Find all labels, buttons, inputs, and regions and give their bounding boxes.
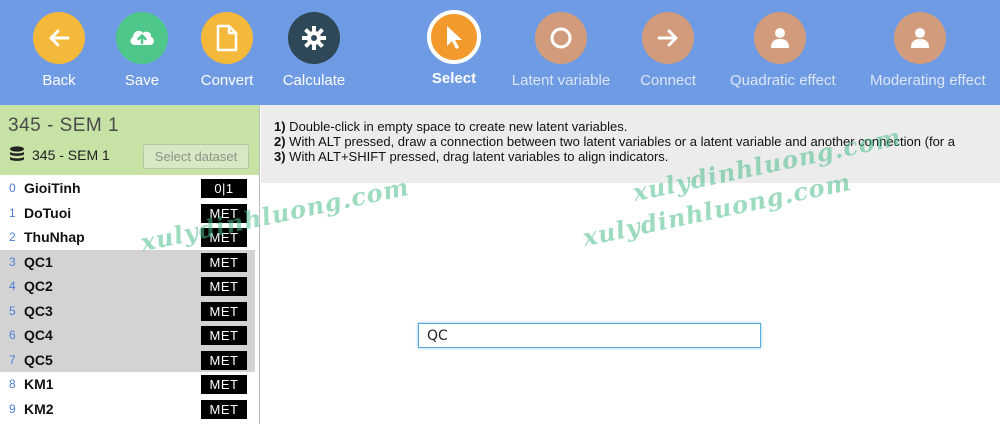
dataset-title: 345 - SEM 1 (8, 115, 120, 136)
cloud-upload-icon (116, 12, 168, 64)
instruction-number: 3) (274, 149, 286, 164)
variable-index: 2 (9, 230, 16, 245)
variable-type-badge[interactable]: MET (201, 228, 247, 247)
instruction-line: 1) Double-click in empty space to create… (274, 119, 1000, 134)
connect-tool-button[interactable]: Connect (618, 12, 718, 89)
database-icon (8, 145, 26, 165)
variable-name: KM1 (24, 376, 54, 393)
list-item[interactable]: 9 KM2 MET (0, 396, 255, 421)
variable-name: DoTuoi (24, 204, 72, 221)
dataset-header: 345 - SEM 1 345 - SEM 1 Select dataset (0, 105, 259, 175)
variable-index: 0 (9, 181, 16, 196)
instruction-line: 2) With ALT pressed, draw a connection b… (274, 134, 1000, 149)
list-item[interactable]: 4 QC2 MET (0, 274, 255, 299)
list-item[interactable]: 5 QC3 MET (0, 298, 255, 323)
instruction-text: Double-click in empty space to create ne… (285, 119, 628, 134)
dataset-name: 345 - SEM 1 (32, 147, 110, 163)
latent-variable-tool-button[interactable]: Latent variable (511, 12, 611, 89)
instructions-panel: 1) Double-click in empty space to create… (261, 105, 1000, 183)
variable-index: 6 (9, 328, 16, 343)
variable-name: ThuNhap (24, 229, 85, 246)
variable-index: 1 (9, 205, 16, 220)
person-icon (894, 12, 946, 64)
variable-index: 3 (9, 254, 16, 269)
variable-type-badge[interactable]: MET (201, 252, 247, 272)
variable-type-badge[interactable]: MET (201, 203, 247, 223)
moderating-effect-tool-button[interactable]: Moderating effect (870, 12, 986, 89)
variable-index: 5 (9, 303, 16, 318)
dataset-sidebar: 345 - SEM 1 345 - SEM 1 Select dataset 0… (0, 105, 260, 424)
convert-button[interactable]: Convert (177, 12, 277, 89)
variable-type-badge[interactable]: MET (201, 375, 247, 394)
calculate-button[interactable]: Calculate (264, 12, 364, 89)
calculate-label: Calculate (282, 72, 346, 89)
document-icon (201, 12, 253, 64)
list-item[interactable]: 6 QC4 MET (0, 323, 255, 348)
instruction-number: 2) (274, 134, 286, 149)
gear-icon (288, 12, 340, 64)
quadratic-effect-tool-button[interactable]: Quadratic effect (730, 12, 836, 89)
moderating-effect-label: Moderating effect (870, 72, 986, 89)
instruction-line: 3) With ALT+SHIFT pressed, drag latent v… (274, 149, 1000, 164)
right-arrow-icon (642, 12, 694, 64)
variable-type-badge[interactable]: MET (201, 399, 247, 419)
variable-name: QC1 (24, 253, 53, 270)
person-icon (754, 12, 806, 64)
select-label: Select (431, 70, 477, 87)
variable-name: GioiTinh (24, 180, 81, 197)
variable-name: QC3 (24, 302, 53, 319)
variable-type-badge[interactable]: MET (201, 301, 247, 321)
list-item[interactable]: 8 KM1 MET (0, 372, 255, 397)
variable-index: 8 (9, 377, 16, 392)
instruction-text: With ALT pressed, draw a connection betw… (285, 134, 955, 149)
back-arrow-icon (33, 12, 85, 64)
model-canvas[interactable]: 1) Double-click in empty space to create… (261, 105, 1000, 424)
variable-name: KM2 (24, 400, 54, 417)
list-item[interactable]: 3 QC1 MET (0, 249, 255, 274)
cursor-icon (427, 10, 481, 64)
variable-index: 7 (9, 352, 16, 367)
instruction-number: 1) (274, 119, 286, 134)
latent-variable-label: Latent variable (511, 72, 611, 89)
variable-index: 4 (9, 279, 16, 294)
variable-type-badge[interactable]: MET (201, 350, 247, 370)
connect-label: Connect (640, 72, 696, 89)
variable-name: QC5 (24, 351, 53, 368)
list-item[interactable]: 1 DoTuoi MET (0, 200, 255, 225)
list-item[interactable]: 0 GioiTinh 0|1 (0, 176, 255, 201)
variable-list: 0 GioiTinh 0|1 1 DoTuoi MET 2 ThuNhap ME… (0, 176, 255, 421)
variable-name: QC2 (24, 278, 53, 295)
variable-type-badge[interactable]: MET (201, 326, 247, 345)
convert-label: Convert (200, 72, 254, 89)
variable-type-badge[interactable]: 0|1 (201, 179, 247, 198)
list-item[interactable]: 2 ThuNhap MET (0, 225, 255, 250)
variable-name: QC4 (24, 327, 53, 344)
variable-type-badge[interactable]: MET (201, 277, 247, 296)
instruction-text: With ALT+SHIFT pressed, drag latent vari… (285, 149, 669, 164)
circle-icon (535, 12, 587, 64)
toolbar: Back Save Convert Calculate Select Laten… (0, 0, 1000, 105)
latent-variable-name-input[interactable] (418, 323, 761, 348)
variable-index: 9 (9, 401, 16, 416)
select-dataset-button[interactable]: Select dataset (143, 144, 249, 169)
quadratic-effect-label: Quadratic effect (730, 72, 836, 89)
select-tool-button[interactable]: Select (404, 10, 504, 87)
list-item[interactable]: 7 QC5 MET (0, 347, 255, 372)
